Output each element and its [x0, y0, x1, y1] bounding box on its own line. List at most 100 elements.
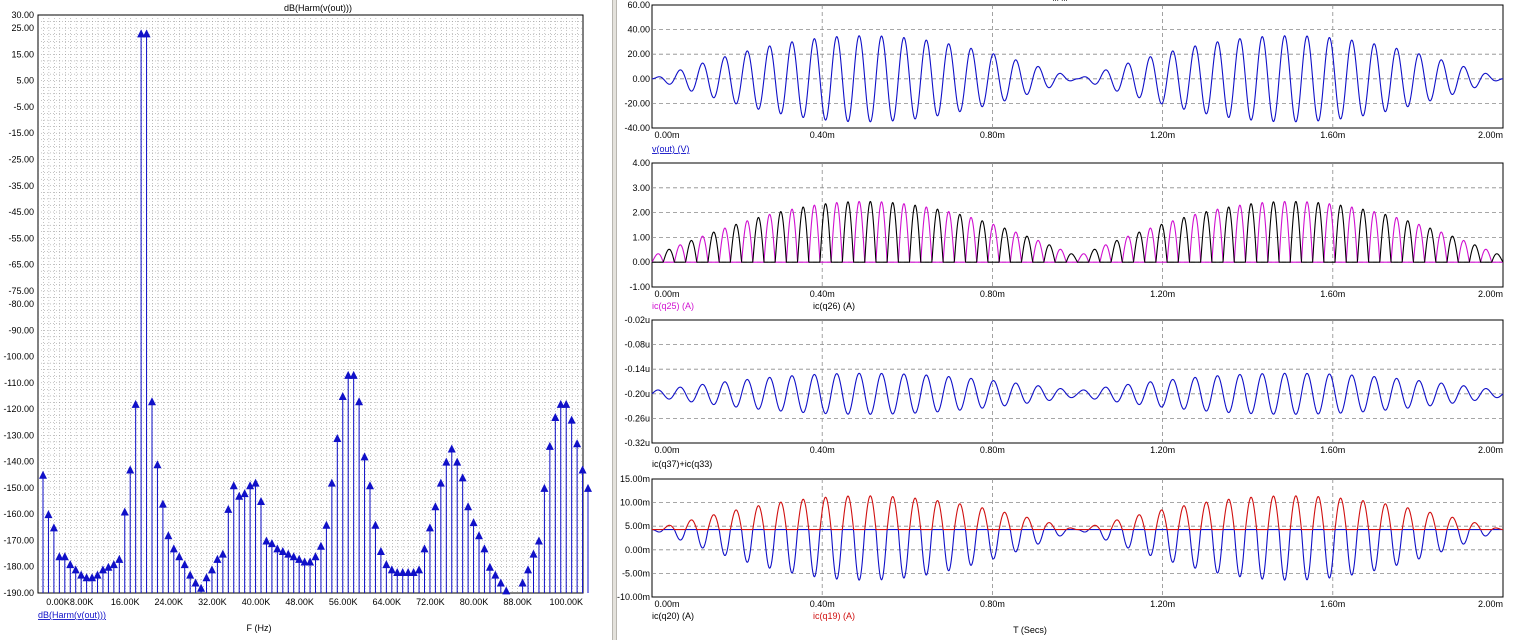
left-y-tick-label: -120.00 — [3, 404, 34, 414]
y-tick-label: 5.00m — [625, 521, 650, 531]
left-x-tick-label: 100.00K — [549, 597, 583, 607]
y-tick-label: -0.02u — [624, 315, 650, 325]
x-tick-label: 2.00m — [1478, 599, 1503, 609]
series-legend-label: ic(q19) (A) — [813, 611, 855, 621]
plot-frame — [651, 162, 1504, 288]
x-tick-label: 1.60m — [1320, 130, 1345, 140]
y-tick-label: 1.00 — [632, 232, 650, 242]
y-tick-label: 0.00 — [632, 257, 650, 267]
left-y-tick-labels: 30.00 25.00 15.00 5.00 -5.00 -15.00 -25.00 -35.… — [3, 10, 34, 598]
left-x-tick-label: 8.00K — [70, 597, 94, 607]
y-tick-label: -0.08u — [624, 340, 650, 350]
left-y-tick-label: -190.00 — [3, 588, 34, 598]
ic-q25-q26-plot: 4.00 3.00 2.00 1.00 0.00 -1.00 0.00m 0.40m 0.80m… — [629, 158, 1504, 311]
left-y-tick-label: -25.00 — [8, 155, 34, 165]
transient-charts: ... ... 60.00 40.00 20.00 0.00 -20.00 -40.00 0… — [617, 0, 1504, 635]
x-tick-label: 0.40m — [810, 289, 835, 299]
y-tick-label: 60.00 — [627, 0, 650, 10]
y-tick-label: -0.14u — [624, 364, 650, 374]
left-y-tick-label: -5.00 — [13, 102, 34, 112]
x-tick-label: 0.40m — [810, 130, 835, 140]
x-tick-label: 0.80m — [980, 445, 1005, 455]
x-tick-label: 0.00m — [654, 445, 679, 455]
left-x-tick-label: 0.00K — [46, 597, 70, 607]
left-y-tick-label: -45.00 — [8, 207, 34, 217]
y-tick-label: 40.00 — [627, 25, 650, 35]
x-tick-label: 0.80m — [980, 599, 1005, 609]
plot-frame — [651, 4, 1504, 129]
x-tick-label: 2.00m — [1478, 130, 1503, 140]
ic-q20-q19-plot: 15.00m 10.00m 5.00m 0.00m -5.00m -10.00m 0.00m… — [617, 474, 1504, 621]
left-y-tick-label: -150.00 — [3, 483, 34, 493]
x-tick-label: 0.40m — [810, 445, 835, 455]
left-y-tick-label: -15.00 — [8, 128, 34, 138]
left-x-tick-label: 16.00K — [111, 597, 140, 607]
left-chart-title: dB(Harm(v(out))) — [284, 3, 352, 13]
x-tick-label: 1.20m — [1150, 445, 1175, 455]
left-trace-label[interactable]: dB(Harm(v(out))) — [38, 610, 106, 620]
left-y-tick-label: -55.00 — [8, 233, 34, 243]
series-legend-label: ic(q37)+ic(q33) — [652, 459, 712, 469]
y-tick-label: 20.00 — [627, 49, 650, 59]
y-tick-label: 2.00 — [632, 208, 650, 218]
y-tick-label: -0.26u — [624, 413, 650, 423]
left-x-tick-labels: 0.00K 8.00K 16.00K 24.00K 32.00K 40.00K 48.00K… — [46, 597, 583, 607]
left-y-tick-label: -110.00 — [4, 378, 34, 388]
harmonic-marker — [584, 483, 592, 492]
left-x-tick-label: 40.00K — [242, 597, 271, 607]
x-tick-label: 1.60m — [1320, 289, 1345, 299]
series-legend-label: v(out) (V) — [652, 144, 690, 154]
x-tick-label: 2.00m — [1478, 289, 1503, 299]
ic-q37-q33-plot: -0.02u -0.08u -0.14u -0.20u -0.26u -0.32u 0.00… — [624, 315, 1504, 469]
x-tick-label: 1.60m — [1320, 445, 1345, 455]
y-tick-label: -0.20u — [624, 389, 650, 399]
plot-frame — [651, 319, 1504, 444]
y-tick-label: -1.00 — [629, 282, 650, 292]
left-y-tick-label: -160.00 — [3, 509, 34, 519]
x-tick-label: 0.40m — [810, 599, 835, 609]
x-tick-label: 1.20m — [1150, 289, 1175, 299]
left-y-tick-label: -140.00 — [3, 457, 34, 467]
plot-frame — [651, 478, 1504, 598]
left-x-tick-label: 24.00K — [155, 597, 184, 607]
left-x-tick-label: 48.00K — [285, 597, 314, 607]
right-x-axis-label: T (Secs) — [1013, 625, 1047, 635]
y-tick-label: 10.00m — [620, 498, 650, 508]
left-y-tick-label: -65.00 — [8, 260, 34, 270]
left-x-tick-label: 88.00K — [503, 597, 532, 607]
y-tick-label: -0.32u — [624, 438, 650, 448]
left-y-tick-label: 5.00 — [16, 76, 34, 86]
x-tick-label: 0.80m — [980, 289, 1005, 299]
x-tick-label: 1.20m — [1150, 130, 1175, 140]
y-tick-label: 3.00 — [632, 183, 650, 193]
vout-plot: 60.00 40.00 20.00 0.00 -20.00 -40.00 0.00m 0.40… — [624, 0, 1504, 154]
left-y-tick-label: -130.00 — [3, 430, 34, 440]
left-x-tick-label: 32.00K — [198, 597, 227, 607]
left-x-tick-label: 56.00K — [329, 597, 358, 607]
spectrum-and-transient-plots: dB(Harm(v(out))) 30.00 25.00 15.00 5.00 -5.0… — [3, 0, 1504, 635]
series-legend-label: ic(q20) (A) — [652, 611, 694, 621]
x-tick-label: 0.00m — [654, 599, 679, 609]
left-y-tick-label: -35.00 — [8, 181, 34, 191]
left-y-tick-label: -170.00 — [3, 535, 34, 545]
x-tick-label: 2.00m — [1478, 445, 1503, 455]
series-legend-label: ic(q25) (A) — [652, 301, 694, 311]
left-y-tick-label: -180.00 — [3, 562, 34, 572]
y-tick-label: -10.00m — [617, 592, 650, 602]
y-tick-label: 4.00 — [632, 158, 650, 168]
y-tick-label: -5.00m — [622, 568, 650, 578]
y-tick-label: 15.00m — [620, 474, 650, 484]
left-y-tick-label: 25.00 — [11, 23, 34, 33]
y-tick-label: -40.00 — [624, 123, 650, 133]
y-tick-label: 0.00m — [625, 545, 650, 555]
x-tick-label: 0.00m — [654, 289, 679, 299]
left-y-tick-label: -90.00 — [8, 325, 34, 335]
left-y-tick-label: -100.00 — [3, 352, 34, 362]
left-x-tick-label: 80.00K — [460, 597, 489, 607]
right-chart-title: ... ... — [1052, 0, 1068, 3]
pane-splitter[interactable] — [612, 0, 617, 640]
left-x-tick-label: 72.00K — [416, 597, 445, 607]
y-tick-label: 0.00 — [632, 74, 650, 84]
left-y-tick-label: 30.00 — [11, 10, 34, 20]
left-y-tick-label: -80.00 — [8, 299, 34, 309]
